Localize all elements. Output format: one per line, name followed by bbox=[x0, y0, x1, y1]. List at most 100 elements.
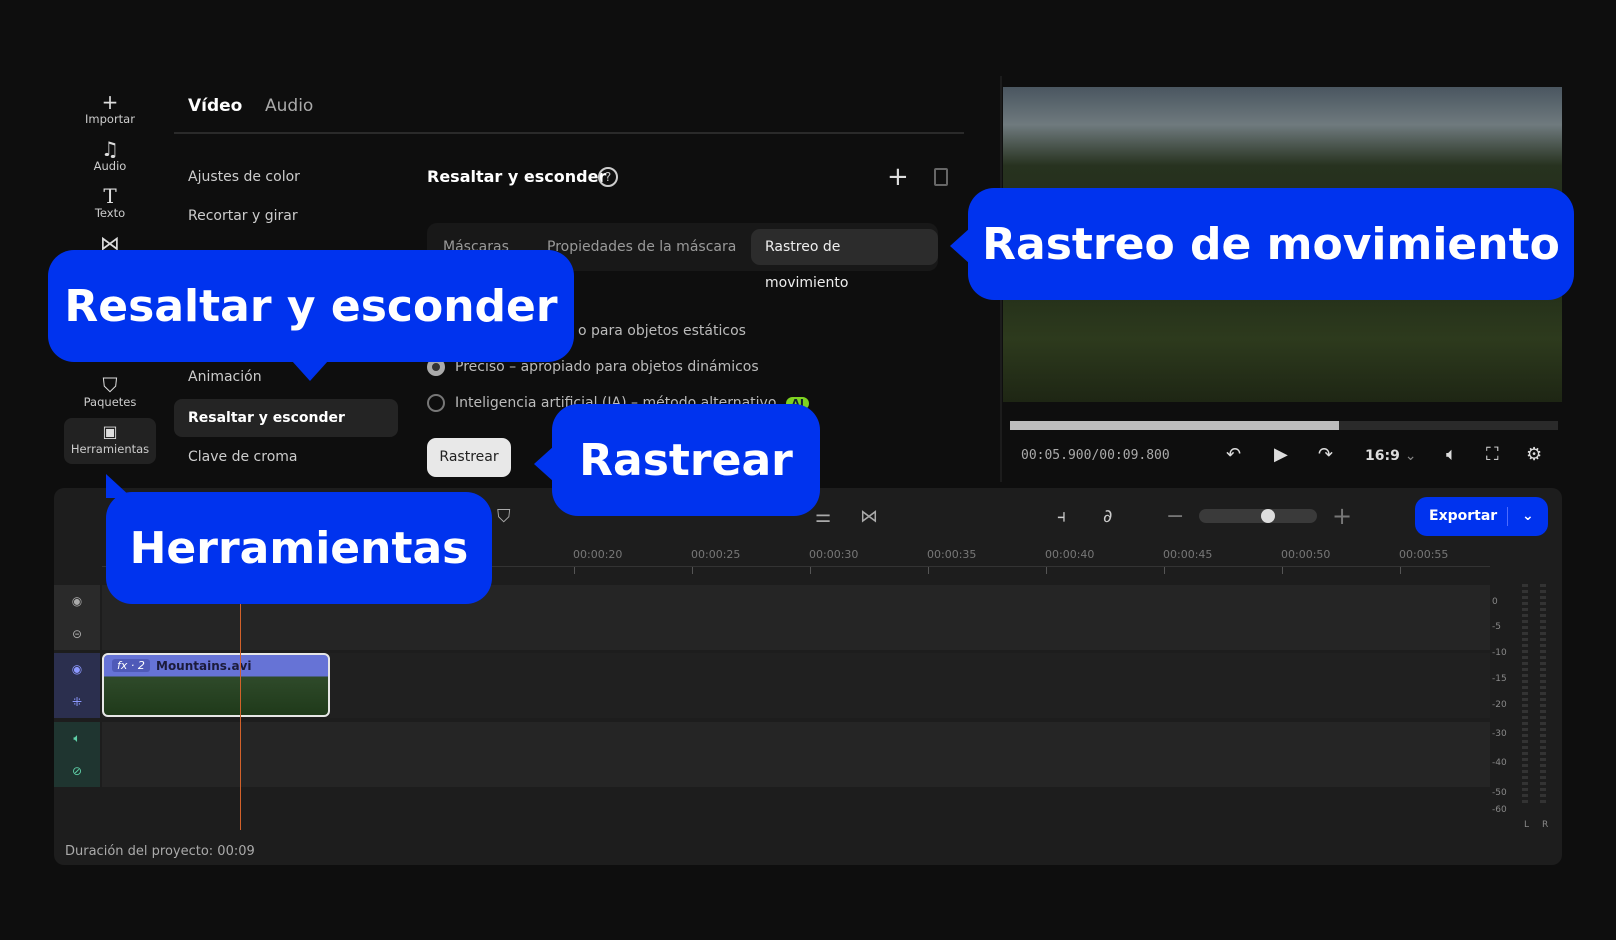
zoom-out-button[interactable]: − bbox=[1166, 504, 1184, 529]
clip-name: Mountains.avi bbox=[156, 659, 252, 673]
eye-icon[interactable]: ◉ bbox=[72, 662, 82, 676]
split-audio-icon[interactable]: ⫞ bbox=[1057, 506, 1066, 527]
export-divider bbox=[1507, 507, 1508, 526]
speaker-icon[interactable]: 🔈︎ bbox=[73, 731, 80, 746]
callout-pointer bbox=[950, 228, 970, 264]
ruler-tick-label: 00:00:30 bbox=[809, 548, 859, 561]
meter-right bbox=[1540, 584, 1546, 804]
shield-icon[interactable]: ⛉ bbox=[497, 506, 511, 527]
db-scale-label: -60 bbox=[1492, 805, 1507, 815]
menu-animation[interactable]: Animación bbox=[174, 358, 398, 396]
redo-icon[interactable]: ↷ bbox=[1318, 444, 1333, 465]
playhead[interactable] bbox=[240, 600, 241, 830]
ruler-tick bbox=[1046, 566, 1047, 574]
db-scale-label: -15 bbox=[1492, 674, 1507, 684]
sidebar-item-import[interactable]: + Importar bbox=[62, 92, 158, 126]
play-icon[interactable]: ▶ bbox=[1274, 444, 1288, 465]
add-mask-button[interactable]: + bbox=[887, 162, 909, 192]
package-icon: ⛉ bbox=[102, 373, 118, 397]
tab-video[interactable]: Vídeo bbox=[188, 96, 242, 116]
db-scale-label: -30 bbox=[1492, 729, 1507, 739]
meter-label-l: L bbox=[1524, 820, 1530, 830]
project-duration: Duración del proyecto: 00:09 bbox=[65, 844, 255, 859]
eye-icon[interactable]: ◉ bbox=[72, 594, 82, 608]
playback-progress[interactable] bbox=[1010, 421, 1558, 430]
ruler-tick-label: 00:00:25 bbox=[691, 548, 741, 561]
ruler-tick-label: 00:00:20 bbox=[573, 548, 623, 561]
menu-chroma-key[interactable]: Clave de croma bbox=[174, 438, 398, 476]
undo-icon[interactable]: ↶ bbox=[1226, 444, 1241, 465]
ruler-tick-label: 00:00:50 bbox=[1281, 548, 1331, 561]
progress-fill bbox=[1010, 421, 1339, 430]
menu-crop-rotate[interactable]: Recortar y girar bbox=[174, 197, 398, 235]
trash-icon[interactable] bbox=[934, 168, 948, 186]
time-display: 00:05.900/00:09.800 bbox=[1021, 448, 1170, 463]
menu-color-adjust[interactable]: Ajustes de color bbox=[174, 158, 398, 196]
meter-left bbox=[1522, 584, 1528, 804]
zoom-slider[interactable] bbox=[1199, 509, 1317, 523]
tabs-divider bbox=[174, 132, 964, 134]
text-icon: T bbox=[103, 184, 117, 208]
tab-motion-tracking[interactable]: Rastreo de movimiento bbox=[751, 229, 938, 291]
link-icon[interactable]: ⊝ bbox=[72, 627, 82, 641]
db-scale-label: -20 bbox=[1492, 700, 1507, 710]
ruler-tick bbox=[1400, 566, 1401, 574]
plus-icon: + bbox=[101, 90, 119, 114]
ruler-tick-label: 00:00:45 bbox=[1163, 548, 1213, 561]
menu-highlight-hide[interactable]: Resaltar y esconder bbox=[174, 399, 398, 437]
mask-icon[interactable]: ⋈ bbox=[860, 506, 878, 527]
radio-fast[interactable]: o para objetos estáticos bbox=[578, 323, 746, 339]
ruler-tick bbox=[928, 566, 929, 574]
callout-tools: Herramientas bbox=[106, 492, 492, 604]
fullscreen-icon[interactable]: ⛶ bbox=[1486, 444, 1499, 465]
ruler-tick bbox=[574, 566, 575, 574]
track-header-overlay: ◉ ⊝ bbox=[54, 585, 100, 650]
effects-icon[interactable]: ⁜ bbox=[72, 695, 82, 709]
sidebar-item-tools[interactable]: ▣ Herramientas bbox=[64, 418, 156, 464]
sidebar-item-packages[interactable]: ⛉ Paquetes bbox=[62, 375, 158, 409]
callout-motion-tracking: Rastreo de movimiento bbox=[968, 188, 1574, 300]
zoom-slider-handle[interactable] bbox=[1261, 509, 1276, 523]
callout-highlight-hide: Resaltar y esconder bbox=[48, 250, 574, 362]
ruler-tick-label: 00:00:35 bbox=[927, 548, 977, 561]
callout-pointer bbox=[534, 446, 554, 482]
music-note-icon: ♫ bbox=[101, 137, 119, 161]
ruler-tick bbox=[1164, 566, 1165, 574]
export-button[interactable]: Exportar ⌄ bbox=[1415, 497, 1548, 536]
help-icon[interactable]: ? bbox=[598, 167, 618, 187]
chevron-down-icon: ⌄ bbox=[1404, 448, 1417, 464]
panel-title: Resaltar y esconder bbox=[427, 167, 607, 186]
tools-grid-icon: ▣ bbox=[102, 422, 118, 441]
tab-audio[interactable]: Audio bbox=[265, 96, 313, 116]
track-header-audio: 🔈︎ ⊘ bbox=[54, 722, 100, 787]
track-button[interactable]: Rastrear bbox=[427, 438, 511, 477]
sidebar-item-text[interactable]: T Texto bbox=[62, 186, 158, 220]
ruler-tick bbox=[810, 566, 811, 574]
ruler-tick-label: 00:00:40 bbox=[1045, 548, 1095, 561]
meter-label-r: R bbox=[1542, 820, 1549, 830]
unlink-icon[interactable]: ⊘ bbox=[72, 764, 82, 778]
db-scale-label: -10 bbox=[1492, 648, 1507, 658]
clip-fx-badge: fx · 2 bbox=[112, 659, 150, 672]
callout-track: Rastrear bbox=[552, 404, 820, 516]
video-clip[interactable]: fx · 2 Mountains.avi bbox=[102, 653, 330, 717]
track-header-video: ◉ ⁜ bbox=[54, 653, 100, 718]
aspect-ratio-select[interactable]: 16:9 ⌄ bbox=[1365, 448, 1416, 464]
track-audio bbox=[102, 722, 1490, 787]
volume-icon[interactable]: 🔈︎ bbox=[1446, 444, 1457, 465]
callout-pointer bbox=[292, 361, 328, 381]
db-scale-label: 0 bbox=[1492, 597, 1498, 607]
export-chevron-icon[interactable]: ⌄ bbox=[1522, 497, 1534, 536]
ruler-tick-label: 00:00:55 bbox=[1399, 548, 1449, 561]
db-scale-label: -5 bbox=[1492, 622, 1501, 632]
db-scale-label: -40 bbox=[1492, 758, 1507, 768]
zoom-in-button[interactable]: + bbox=[1332, 502, 1352, 530]
adjust-icon[interactable]: ⚌ bbox=[815, 506, 831, 527]
settings-icon[interactable]: ⚙ bbox=[1526, 444, 1542, 465]
ruler-tick bbox=[1282, 566, 1283, 574]
sidebar-item-audio[interactable]: ♫ Audio bbox=[62, 139, 158, 173]
radio-empty-icon bbox=[427, 394, 445, 412]
callout-pointer bbox=[106, 474, 132, 498]
magnet-icon[interactable]: ∂ bbox=[1103, 506, 1112, 527]
ruler-tick bbox=[692, 566, 693, 574]
